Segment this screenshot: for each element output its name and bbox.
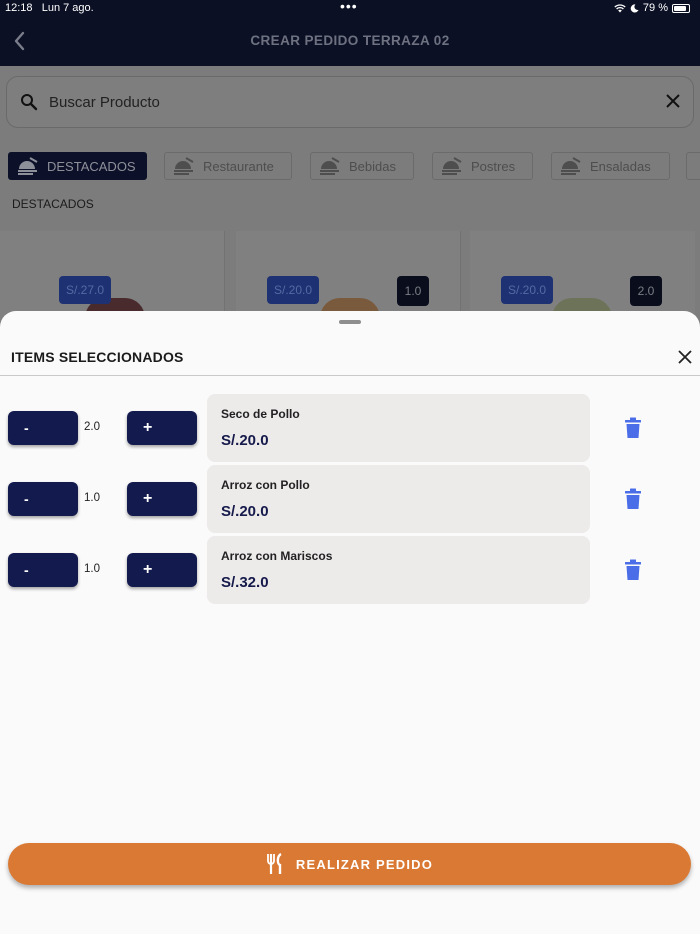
selected-item-row: - 1.0 + Arroz con Pollo S/.20.0 <box>0 465 700 535</box>
item-quantity: 1.0 <box>84 563 100 575</box>
increase-qty-button[interactable]: + <box>127 553 197 587</box>
decrease-qty-button[interactable]: - <box>8 553 78 587</box>
clear-search-icon[interactable] <box>666 94 680 108</box>
search-icon <box>21 94 38 111</box>
sheet-title: ITEMS SELECCIONADOS <box>11 349 184 365</box>
page-title: CREAR PEDIDO TERRAZA 02 <box>250 33 450 48</box>
selected-item-row: - 2.0 + Seco de Pollo S/.20.0 <box>0 394 700 464</box>
item-quantity: 2.0 <box>84 421 100 433</box>
status-right: 79 % <box>614 2 690 14</box>
item-name: Arroz con Mariscos <box>221 549 333 563</box>
food-tray-icon <box>18 157 38 175</box>
multitask-dots[interactable]: ••• <box>340 0 358 14</box>
tab-bebidas[interactable]: Bebidas <box>310 152 414 180</box>
place-order-button[interactable]: REALIZAR PEDIDO <box>8 843 691 885</box>
product-price-badge: S/.27.0 <box>59 276 112 304</box>
decrease-qty-button[interactable]: - <box>8 411 78 445</box>
tab-destacados[interactable]: DESTACADOS <box>8 152 147 180</box>
food-tray-icon <box>442 157 462 175</box>
tab-label: Ensaladas <box>590 158 651 174</box>
item-price: S/.32.0 <box>221 574 269 591</box>
search-bar[interactable] <box>6 76 694 128</box>
item-name: Arroz con Pollo <box>221 478 310 492</box>
tab-label: Postres <box>471 158 516 174</box>
item-card: Arroz con Mariscos S/.32.0 <box>207 536 590 604</box>
selected-items-sheet: ITEMS SELECCIONADOS - 2.0 + Seco de Poll… <box>0 311 700 934</box>
selected-item-row: - 1.0 + Arroz con Mariscos S/.32.0 <box>0 536 700 606</box>
product-qty-badge: 1.0 <box>397 276 429 306</box>
tab-label: Bebidas <box>349 158 396 174</box>
tab-postres[interactable]: Postres <box>432 152 533 180</box>
trash-icon[interactable] <box>624 559 642 581</box>
background-content: DESTACADOS Restaurante Bebidas Postres E… <box>0 66 700 321</box>
product-price-badge: S/.20.0 <box>267 276 320 304</box>
trash-icon[interactable] <box>624 488 642 510</box>
item-quantity: 1.0 <box>84 492 100 504</box>
status-time: 12:18 Lun 7 ago. <box>5 2 94 14</box>
app-header: CREAR PEDIDO TERRAZA 02 <box>0 16 700 66</box>
product-qty-badge: 2.0 <box>630 276 662 306</box>
place-order-label: REALIZAR PEDIDO <box>295 856 434 872</box>
item-name: Seco de Pollo <box>221 407 300 421</box>
increase-qty-button[interactable]: + <box>127 411 197 445</box>
battery-percent: 79 % <box>642 2 668 14</box>
status-bar: 12:18 Lun 7 ago. ••• 79 % <box>0 0 700 16</box>
close-icon[interactable] <box>677 349 693 365</box>
food-tray-icon <box>174 157 194 175</box>
sheet-drag-handle[interactable] <box>339 320 361 324</box>
food-tray-icon <box>320 157 340 175</box>
tab-restaurante[interactable]: Restaurante <box>164 152 292 180</box>
product-price-badge: S/.20.0 <box>501 276 554 304</box>
section-label: DESTACADOS <box>12 197 94 211</box>
item-price: S/.20.0 <box>221 503 269 520</box>
fork-knife-icon <box>267 853 282 874</box>
trash-icon[interactable] <box>624 417 642 439</box>
battery-icon <box>672 3 690 13</box>
wifi-icon <box>614 3 626 12</box>
category-tabs: DESTACADOS Restaurante Bebidas Postres E… <box>8 152 700 180</box>
tab-overflow[interactable] <box>686 152 700 180</box>
item-card: Seco de Pollo S/.20.0 <box>207 394 590 462</box>
tab-label: DESTACADOS <box>47 158 136 174</box>
item-card: Arroz con Pollo S/.20.0 <box>207 465 590 533</box>
food-tray-icon <box>561 157 581 175</box>
divider <box>0 375 700 376</box>
tab-ensaladas[interactable]: Ensaladas <box>551 152 670 180</box>
moon-icon <box>630 3 639 12</box>
increase-qty-button[interactable]: + <box>127 482 197 516</box>
decrease-qty-button[interactable]: - <box>8 482 78 516</box>
search-input[interactable] <box>49 89 609 115</box>
item-price: S/.20.0 <box>221 432 269 449</box>
tab-label: Restaurante <box>203 158 274 174</box>
